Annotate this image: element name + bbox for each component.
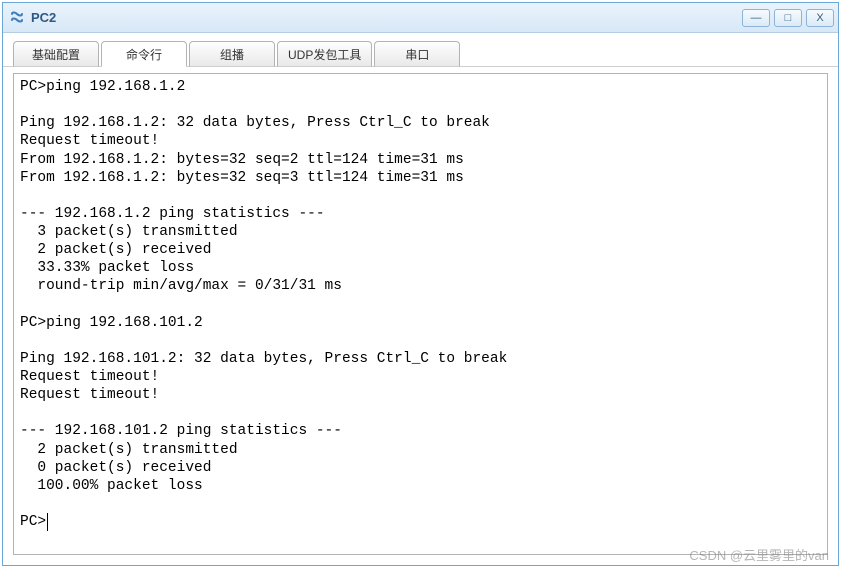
tab-udp-tool[interactable]: UDP发包工具 — [277, 41, 372, 67]
window-buttons: — □ X — [742, 9, 834, 27]
app-window: PC2 — □ X 基础配置 命令行 组播 UDP发包工具 串口 PC>ping… — [2, 2, 839, 566]
minimize-button[interactable]: — — [742, 9, 770, 27]
tabbar: 基础配置 命令行 组播 UDP发包工具 串口 — [3, 33, 838, 67]
tab-cli[interactable]: 命令行 — [101, 41, 187, 67]
tab-basic-config[interactable]: 基础配置 — [13, 41, 99, 67]
app-icon — [9, 10, 25, 26]
close-button[interactable]: X — [806, 9, 834, 27]
tab-multicast[interactable]: 组播 — [189, 41, 275, 67]
maximize-button[interactable]: □ — [774, 9, 802, 27]
tab-serial[interactable]: 串口 — [374, 41, 460, 67]
titlebar: PC2 — □ X — [3, 3, 838, 33]
window-title: PC2 — [31, 10, 742, 25]
terminal[interactable]: PC>ping 192.168.1.2 Ping 192.168.1.2: 32… — [13, 73, 828, 555]
terminal-output: PC>ping 192.168.1.2 Ping 192.168.1.2: 32… — [20, 78, 821, 531]
terminal-container: PC>ping 192.168.1.2 Ping 192.168.1.2: 32… — [3, 67, 838, 565]
